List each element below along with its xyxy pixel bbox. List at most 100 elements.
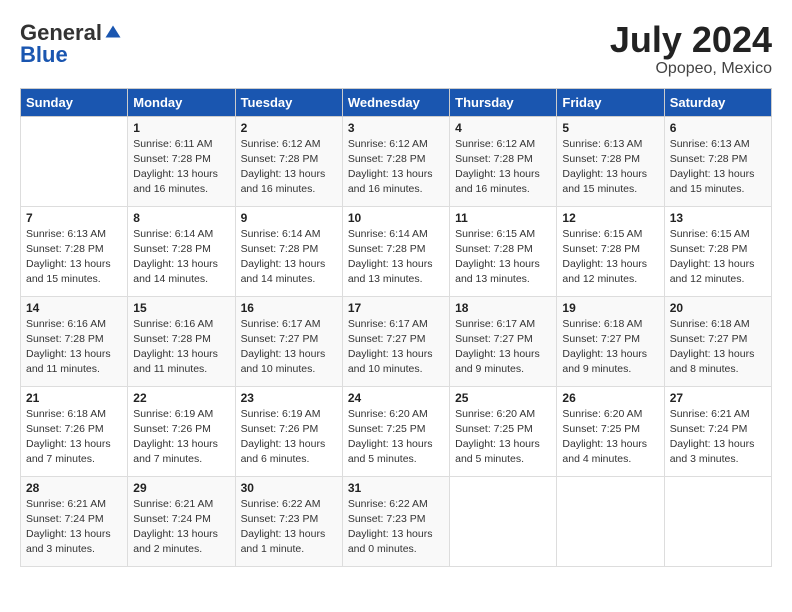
day-info: Sunrise: 6:13 AM Sunset: 7:28 PM Dayligh…	[26, 227, 122, 288]
day-info: Sunrise: 6:11 AM Sunset: 7:28 PM Dayligh…	[133, 137, 229, 198]
calendar-day-cell: 9Sunrise: 6:14 AM Sunset: 7:28 PM Daylig…	[235, 206, 342, 296]
calendar-day-cell: 2 Sunrise: 6:12 AM Sunset: 7:28 PM Daylig…	[235, 116, 342, 206]
calendar-day-cell: 29Sunrise: 6:21 AM Sunset: 7:24 PM Dayli…	[128, 476, 235, 566]
day-info: Sunrise: 6:16 AM Sunset: 7:28 PM Dayligh…	[133, 317, 229, 378]
calendar-day-cell	[664, 476, 771, 566]
day-info: Sunrise: 6:21 AM Sunset: 7:24 PM Dayligh…	[133, 497, 229, 558]
day-number: 22	[133, 391, 229, 405]
day-number: 21	[26, 391, 122, 405]
day-number: 17	[348, 301, 444, 315]
day-info: Sunrise: 6:12 AM Sunset: 7:28 PM Dayligh…	[241, 137, 337, 198]
calendar-header-cell: Sunday	[21, 88, 128, 116]
day-number: 27	[670, 391, 766, 405]
calendar-header-cell: Saturday	[664, 88, 771, 116]
calendar-day-cell: 1 Sunrise: 6:11 AM Sunset: 7:28 PM Daylig…	[128, 116, 235, 206]
day-number: 23	[241, 391, 337, 405]
day-number: 19	[562, 301, 658, 315]
logo-icon	[104, 24, 122, 42]
day-number: 26	[562, 391, 658, 405]
calendar-day-cell: 19 Sunrise: 6:18 AM Sunset: 7:27 PM Dayli…	[557, 296, 664, 386]
day-info: Sunrise: 6:22 AM Sunset: 7:23 PM Dayligh…	[241, 497, 337, 558]
day-number: 8	[133, 211, 229, 225]
calendar-day-cell: 25Sunrise: 6:20 AM Sunset: 7:25 PM Dayli…	[450, 386, 557, 476]
calendar-day-cell: 10Sunrise: 6:14 AM Sunset: 7:28 PM Dayli…	[342, 206, 449, 296]
day-number: 30	[241, 481, 337, 495]
calendar-body: 1 Sunrise: 6:11 AM Sunset: 7:28 PM Daylig…	[21, 116, 772, 566]
calendar-day-cell: 26 Sunrise: 6:20 AM Sunset: 7:25 PM Dayli…	[557, 386, 664, 476]
day-info: Sunrise: 6:22 AM Sunset: 7:23 PM Dayligh…	[348, 497, 444, 558]
day-number: 10	[348, 211, 444, 225]
day-number: 18	[455, 301, 551, 315]
calendar-day-cell	[450, 476, 557, 566]
day-number: 2	[241, 121, 337, 135]
calendar-day-cell: 30 Sunrise: 6:22 AM Sunset: 7:23 PM Dayli…	[235, 476, 342, 566]
day-info: Sunrise: 6:14 AM Sunset: 7:28 PM Dayligh…	[241, 227, 337, 288]
day-info: Sunrise: 6:21 AM Sunset: 7:24 PM Dayligh…	[26, 497, 122, 558]
day-number: 11	[455, 211, 551, 225]
day-info: Sunrise: 6:13 AM Sunset: 7:28 PM Dayligh…	[670, 137, 766, 198]
calendar-day-cell: 12 Sunrise: 6:15 AM Sunset: 7:28 PM Dayli…	[557, 206, 664, 296]
calendar-day-cell	[557, 476, 664, 566]
calendar-header-cell: Wednesday	[342, 88, 449, 116]
calendar-day-cell: 31Sunrise: 6:22 AM Sunset: 7:23 PM Dayli…	[342, 476, 449, 566]
calendar-day-cell: 16 Sunrise: 6:17 AM Sunset: 7:27 PM Dayli…	[235, 296, 342, 386]
day-info: Sunrise: 6:20 AM Sunset: 7:25 PM Dayligh…	[348, 407, 444, 468]
logo: General Blue	[20, 20, 122, 68]
day-info: Sunrise: 6:13 AM Sunset: 7:28 PM Dayligh…	[562, 137, 658, 198]
day-number: 13	[670, 211, 766, 225]
day-number: 4	[455, 121, 551, 135]
day-info: Sunrise: 6:19 AM Sunset: 7:26 PM Dayligh…	[133, 407, 229, 468]
location: Opopeo, Mexico	[610, 60, 772, 78]
calendar-day-cell: 21 Sunrise: 6:18 AM Sunset: 7:26 PM Dayli…	[21, 386, 128, 476]
calendar-day-cell: 8 Sunrise: 6:14 AM Sunset: 7:28 PM Daylig…	[128, 206, 235, 296]
day-number: 3	[348, 121, 444, 135]
day-info: Sunrise: 6:15 AM Sunset: 7:28 PM Dayligh…	[455, 227, 551, 288]
calendar-day-cell: 27 Sunrise: 6:21 AM Sunset: 7:24 PM Dayli…	[664, 386, 771, 476]
calendar-day-cell: 22 Sunrise: 6:19 AM Sunset: 7:26 PM Dayli…	[128, 386, 235, 476]
day-number: 7	[26, 211, 122, 225]
calendar-day-cell: 6Sunrise: 6:13 AM Sunset: 7:28 PM Daylig…	[664, 116, 771, 206]
calendar-day-cell: 28 Sunrise: 6:21 AM Sunset: 7:24 PM Dayli…	[21, 476, 128, 566]
calendar-header-cell: Thursday	[450, 88, 557, 116]
day-info: Sunrise: 6:18 AM Sunset: 7:27 PM Dayligh…	[562, 317, 658, 378]
day-number: 15	[133, 301, 229, 315]
day-number: 12	[562, 211, 658, 225]
day-number: 24	[348, 391, 444, 405]
calendar-week-row: 1 Sunrise: 6:11 AM Sunset: 7:28 PM Daylig…	[21, 116, 772, 206]
day-info: Sunrise: 6:18 AM Sunset: 7:26 PM Dayligh…	[26, 407, 122, 468]
day-number: 20	[670, 301, 766, 315]
logo-blue: Blue	[20, 42, 68, 68]
day-info: Sunrise: 6:20 AM Sunset: 7:25 PM Dayligh…	[562, 407, 658, 468]
day-number: 16	[241, 301, 337, 315]
calendar-day-cell: 15 Sunrise: 6:16 AM Sunset: 7:28 PM Dayli…	[128, 296, 235, 386]
day-info: Sunrise: 6:17 AM Sunset: 7:27 PM Dayligh…	[455, 317, 551, 378]
day-info: Sunrise: 6:14 AM Sunset: 7:28 PM Dayligh…	[133, 227, 229, 288]
title-block: July 2024 Opopeo, Mexico	[610, 20, 772, 78]
day-info: Sunrise: 6:21 AM Sunset: 7:24 PM Dayligh…	[670, 407, 766, 468]
calendar-day-cell: 13Sunrise: 6:15 AM Sunset: 7:28 PM Dayli…	[664, 206, 771, 296]
day-info: Sunrise: 6:20 AM Sunset: 7:25 PM Dayligh…	[455, 407, 551, 468]
day-info: Sunrise: 6:19 AM Sunset: 7:26 PM Dayligh…	[241, 407, 337, 468]
calendar-day-cell	[21, 116, 128, 206]
calendar-day-cell: 18 Sunrise: 6:17 AM Sunset: 7:27 PM Dayli…	[450, 296, 557, 386]
day-number: 28	[26, 481, 122, 495]
month-title: July 2024	[610, 20, 772, 60]
day-info: Sunrise: 6:15 AM Sunset: 7:28 PM Dayligh…	[562, 227, 658, 288]
calendar-day-cell: 20Sunrise: 6:18 AM Sunset: 7:27 PM Dayli…	[664, 296, 771, 386]
calendar-day-cell: 17Sunrise: 6:17 AM Sunset: 7:27 PM Dayli…	[342, 296, 449, 386]
calendar-week-row: 28 Sunrise: 6:21 AM Sunset: 7:24 PM Dayli…	[21, 476, 772, 566]
calendar-day-cell: 14 Sunrise: 6:16 AM Sunset: 7:28 PM Dayli…	[21, 296, 128, 386]
page-header: General Blue July 2024 Opopeo, Mexico	[20, 20, 772, 78]
day-info: Sunrise: 6:16 AM Sunset: 7:28 PM Dayligh…	[26, 317, 122, 378]
day-number: 5	[562, 121, 658, 135]
day-number: 14	[26, 301, 122, 315]
calendar-table: SundayMondayTuesdayWednesdayThursdayFrid…	[20, 88, 772, 567]
calendar-week-row: 7 Sunrise: 6:13 AM Sunset: 7:28 PM Daylig…	[21, 206, 772, 296]
calendar-day-cell: 23 Sunrise: 6:19 AM Sunset: 7:26 PM Dayli…	[235, 386, 342, 476]
day-info: Sunrise: 6:12 AM Sunset: 7:28 PM Dayligh…	[348, 137, 444, 198]
day-number: 1	[133, 121, 229, 135]
calendar-day-cell: 4Sunrise: 6:12 AM Sunset: 7:28 PM Daylig…	[450, 116, 557, 206]
calendar-day-cell: 5 Sunrise: 6:13 AM Sunset: 7:28 PM Daylig…	[557, 116, 664, 206]
calendar-header-cell: Monday	[128, 88, 235, 116]
day-info: Sunrise: 6:17 AM Sunset: 7:27 PM Dayligh…	[241, 317, 337, 378]
